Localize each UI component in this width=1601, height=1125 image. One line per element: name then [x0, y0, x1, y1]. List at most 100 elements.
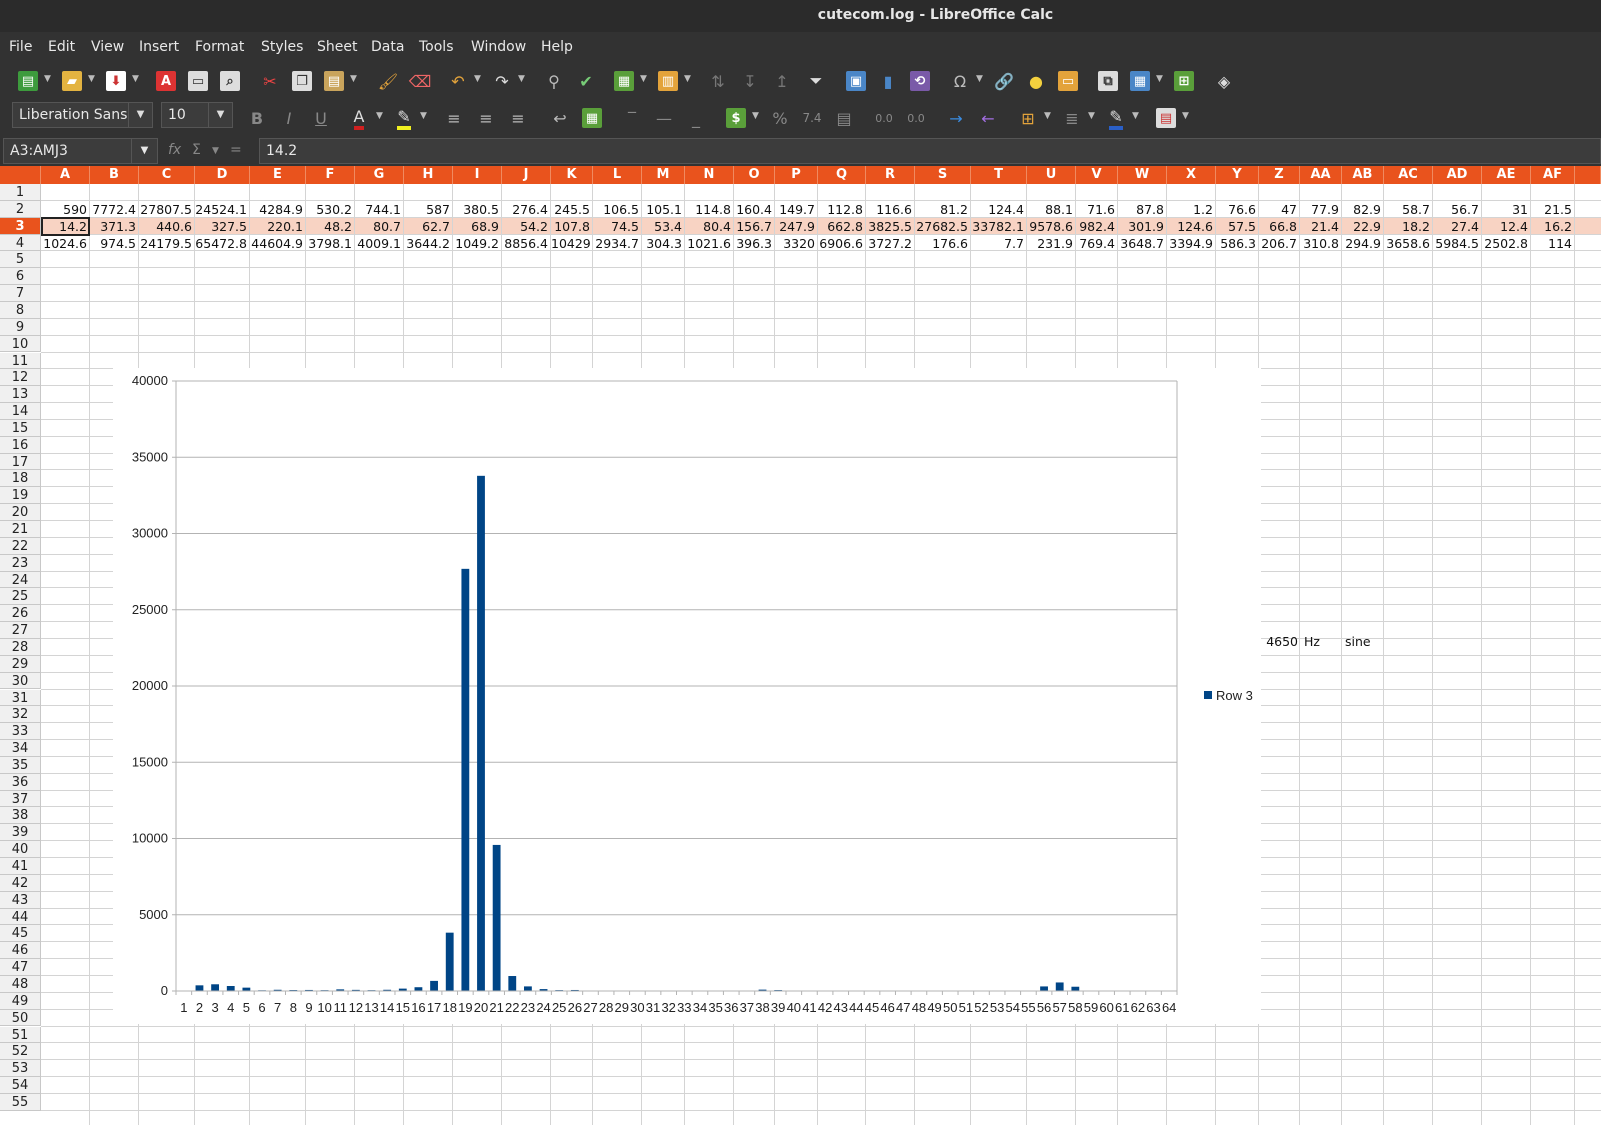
cell-y2[interactable]: 76.6: [1216, 201, 1259, 218]
row-header-7[interactable]: 7: [0, 285, 41, 302]
cell-f4[interactable]: 3798.1: [306, 235, 355, 252]
cell-x4[interactable]: 3394.9: [1167, 235, 1216, 252]
column-header-x[interactable]: X: [1167, 166, 1216, 184]
cell-k4[interactable]: 10429: [551, 235, 593, 252]
number-icon[interactable]: 7.4: [800, 106, 824, 130]
sort-ascending-icon[interactable]: ↧: [738, 69, 762, 93]
row-header-18[interactable]: 18: [0, 470, 41, 488]
cell-ae3[interactable]: 12.4: [1482, 218, 1531, 235]
cell-ab4[interactable]: 294.9: [1342, 235, 1384, 252]
cell-a4[interactable]: 1024.6: [41, 235, 90, 252]
cell-z4[interactable]: 206.7: [1259, 235, 1300, 252]
cell-k3[interactable]: 107.8: [551, 218, 593, 235]
cell-v4[interactable]: 769.4: [1076, 235, 1118, 252]
row-header-43[interactable]: 43: [0, 891, 41, 909]
borders-icon[interactable]: ⊞: [1016, 106, 1040, 130]
cell-w2[interactable]: 87.8: [1118, 201, 1167, 218]
cell-d4[interactable]: 65472.8: [195, 235, 250, 252]
clone-formatting-icon[interactable]: 🖌: [376, 69, 400, 93]
column-header-ae[interactable]: AE: [1482, 166, 1531, 184]
column-header-g[interactable]: G: [355, 166, 404, 184]
chevron-down-icon[interactable]: ▼: [976, 74, 983, 84]
cell-h2[interactable]: 587: [404, 201, 453, 218]
row-header-54[interactable]: 54: [0, 1077, 41, 1094]
column-header-w[interactable]: W: [1118, 166, 1167, 184]
row-header-5[interactable]: 5: [0, 251, 41, 269]
row-header-10[interactable]: 10: [0, 335, 41, 353]
cell-s2[interactable]: 81.2: [915, 201, 971, 218]
column-header-a[interactable]: A: [41, 166, 90, 184]
chevron-down-icon[interactable]: ▼: [208, 103, 232, 127]
cell-b4[interactable]: 974.5: [90, 235, 139, 252]
cell-aa3[interactable]: 21.4: [1300, 218, 1342, 235]
cell-p2[interactable]: 149.7: [775, 201, 818, 218]
cell-h3[interactable]: 62.7: [404, 218, 453, 235]
redo-icon[interactable]: ↷: [490, 69, 514, 93]
insert-image-icon[interactable]: ▣: [844, 69, 868, 93]
cell-r3[interactable]: 3825.5: [866, 218, 915, 235]
border-style-icon[interactable]: ≣: [1060, 106, 1084, 130]
column-header-t[interactable]: T: [971, 166, 1027, 184]
increase-indent-icon[interactable]: →: [944, 106, 968, 130]
cell-ac4[interactable]: 3658.6: [1384, 235, 1433, 252]
border-color-icon[interactable]: ✎: [1104, 106, 1128, 130]
align-middle-icon[interactable]: —: [652, 106, 676, 130]
row-header-6[interactable]: 6: [0, 268, 41, 286]
freeze-icon[interactable]: ▦: [1128, 69, 1152, 93]
save-icon[interactable]: ⬇: [104, 69, 128, 93]
chevron-down-icon[interactable]: ▼: [88, 74, 95, 84]
clear-formatting-icon[interactable]: ⌫: [408, 69, 432, 93]
row-header-20[interactable]: 20: [0, 504, 41, 521]
date-icon[interactable]: ▤: [832, 106, 856, 130]
cell-y3[interactable]: 57.5: [1216, 218, 1259, 235]
sum-icon[interactable]: Σ: [192, 142, 201, 158]
menu-help[interactable]: Help: [541, 39, 573, 55]
row-header-35[interactable]: 35: [0, 756, 41, 774]
cell-n2[interactable]: 114.8: [685, 201, 734, 218]
sort-descending-icon[interactable]: ↥: [770, 69, 794, 93]
row-header-31[interactable]: 31: [0, 689, 41, 707]
row-header-46[interactable]: 46: [0, 942, 41, 960]
cell-i3[interactable]: 68.9: [453, 218, 502, 235]
align-right-icon[interactable]: ≡: [506, 106, 530, 130]
cell-b2[interactable]: 7772.4: [90, 201, 139, 218]
cell-e4[interactable]: 44604.9: [250, 235, 306, 252]
row-header-36[interactable]: 36: [0, 773, 41, 791]
percent-icon[interactable]: %: [768, 106, 792, 130]
cell-c2[interactable]: 27807.5: [139, 201, 195, 218]
row-header-13[interactable]: 13: [0, 386, 41, 404]
menu-data[interactable]: Data: [371, 39, 404, 55]
chevron-down-icon[interactable]: ▼: [1132, 111, 1139, 121]
row-header-52[interactable]: 52: [0, 1043, 41, 1061]
column-header-u[interactable]: U: [1027, 166, 1076, 184]
column-header-k[interactable]: K: [551, 166, 593, 184]
chevron-down-icon[interactable]: ▼: [1088, 111, 1095, 121]
split-window-icon[interactable]: ⊞: [1172, 69, 1196, 93]
cell-o4[interactable]: 396.3: [734, 235, 775, 252]
row-header-23[interactable]: 23: [0, 554, 41, 572]
column-header-z[interactable]: Z: [1259, 166, 1300, 184]
undo-icon[interactable]: ↶: [446, 69, 470, 93]
column-header-s[interactable]: S: [915, 166, 971, 184]
wrap-text-icon[interactable]: ↩: [548, 106, 572, 130]
function-wizard-icon[interactable]: fx: [168, 142, 181, 158]
column-header-j[interactable]: J: [502, 166, 551, 184]
row-header-19[interactable]: 19: [0, 487, 41, 505]
column-header-d[interactable]: D: [195, 166, 250, 184]
cell-z2[interactable]: 47: [1259, 201, 1300, 218]
cell-o2[interactable]: 160.4: [734, 201, 775, 218]
menu-edit[interactable]: Edit: [48, 39, 75, 55]
print-icon[interactable]: ▭: [186, 69, 210, 93]
cell-m4[interactable]: 304.3: [642, 235, 685, 252]
row-header-3[interactable]: 3: [0, 217, 41, 235]
cell-u2[interactable]: 88.1: [1027, 201, 1076, 218]
cell-v3[interactable]: 982.4: [1076, 218, 1118, 235]
cell-b3[interactable]: 371.3: [90, 218, 139, 235]
cell-v2[interactable]: 71.6: [1076, 201, 1118, 218]
chevron-down-icon[interactable]: ▼: [1156, 74, 1163, 84]
cell-u4[interactable]: 231.9: [1027, 235, 1076, 252]
cell-g3[interactable]: 80.7: [355, 218, 404, 235]
cell-af3[interactable]: 16.2: [1531, 218, 1575, 235]
column-header-b[interactable]: B: [90, 166, 139, 184]
cell-a2[interactable]: 590: [41, 201, 90, 218]
